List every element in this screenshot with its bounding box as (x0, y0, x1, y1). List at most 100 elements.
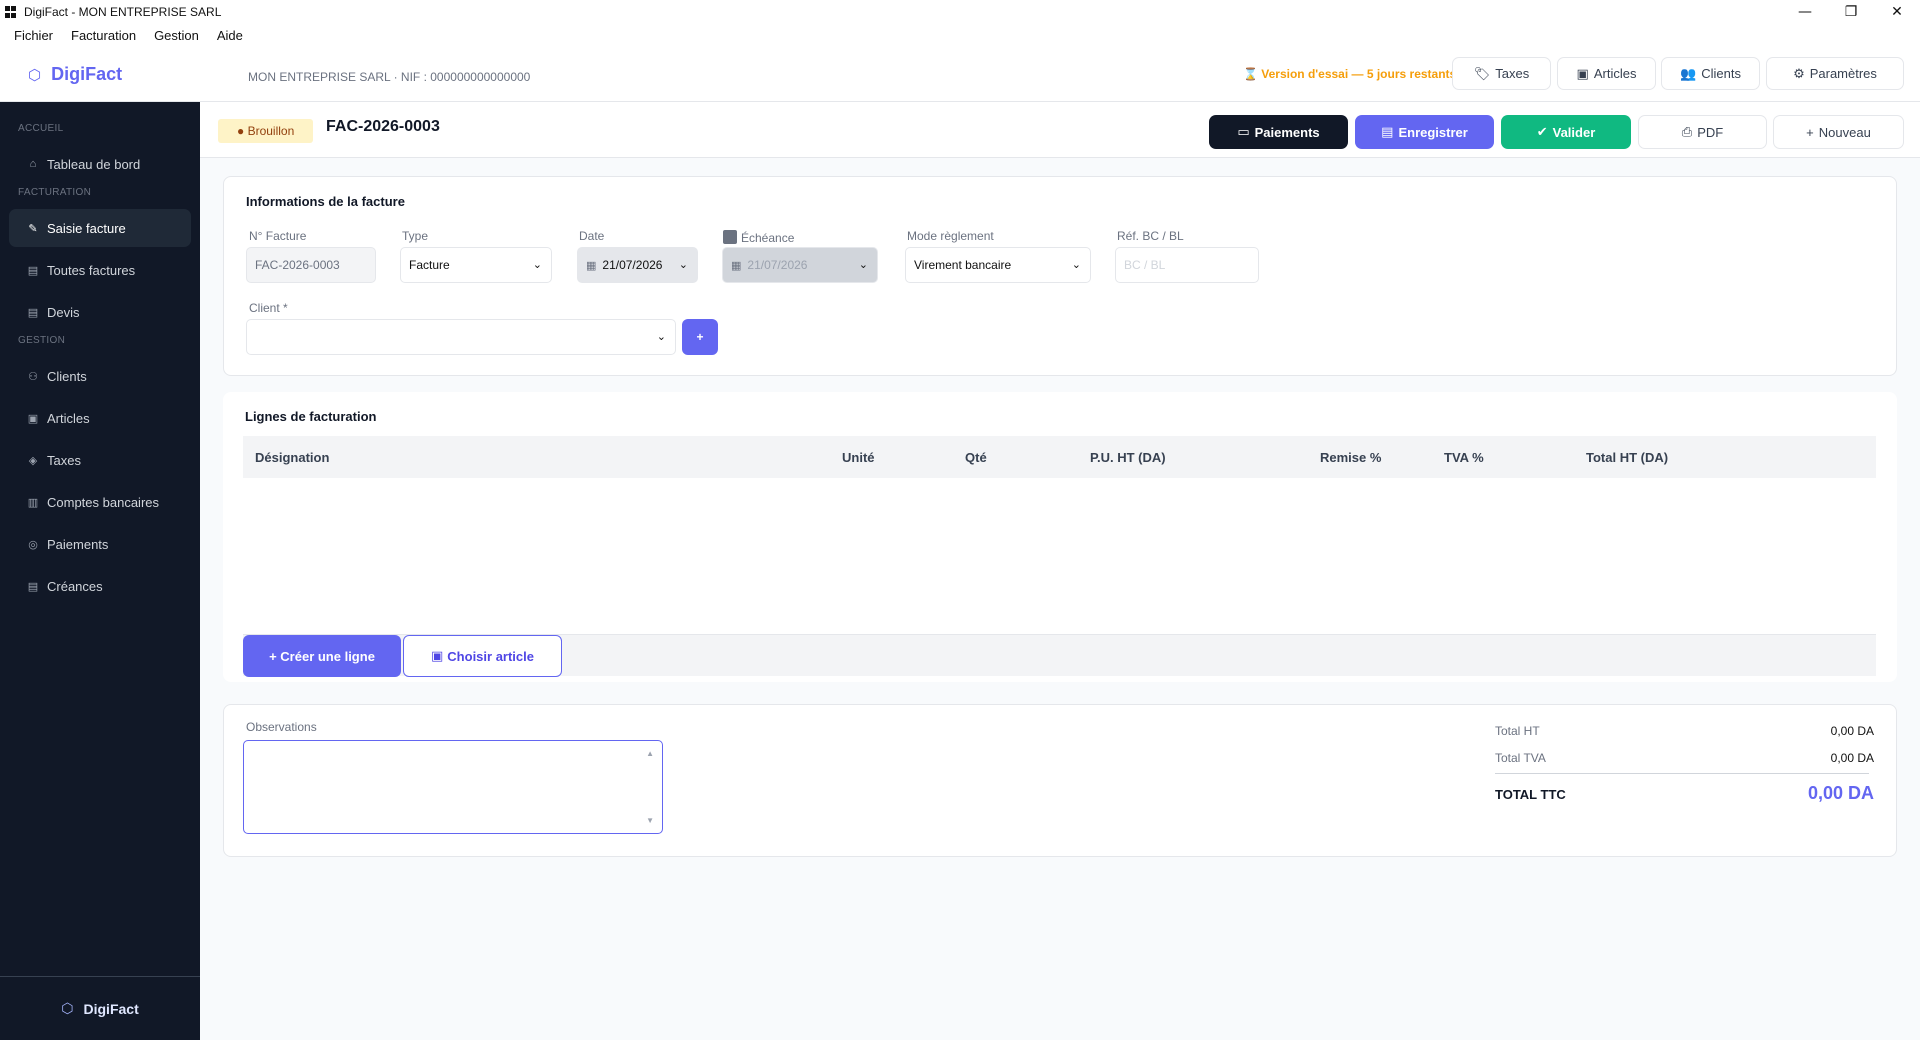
invoice-toolbar: ● Brouillon FAC-2026-0003 ▭ Paiements ▤ En… (200, 102, 1920, 158)
pencil-icon: ✎ (28, 222, 38, 235)
sidebar-item-comptes-bancaires[interactable]: ▥ Comptes bancaires (9, 483, 191, 521)
chevron-down-icon: ⌄ (1071, 259, 1081, 271)
main-content: ● Brouillon FAC-2026-0003 ▭ Paiements ▤ En… (200, 102, 1920, 1040)
window-title: DigiFact - MON ENTREPRISE SARL (24, 5, 222, 19)
payments-button[interactable]: ▭ Paiements (1209, 115, 1348, 149)
title-bar: DigiFact - MON ENTREPRISE SARL — ❐ ✕ (0, 0, 1920, 24)
save-button[interactable]: ▤ Enregistrer (1355, 115, 1494, 149)
calendar-icon: ▦ (586, 259, 597, 272)
invoice-lines-title: Lignes de facturation (245, 409, 377, 424)
choose-article-button[interactable]: ▣ Choisir article (403, 635, 562, 677)
new-button[interactable]: + Nouveau (1773, 115, 1904, 149)
printer-icon: ⎙ (1681, 124, 1693, 139)
hexagon-icon: ⬡ (61, 1000, 74, 1016)
totals-card: Observations ▲ ▼ Total HT 0,00 DA Total … (223, 704, 1897, 857)
header-taxes-button[interactable]: 🏷 Taxes (1452, 57, 1551, 90)
invoice-info-title: Informations de la facture (246, 194, 405, 209)
col-total-ht: Total HT (DA) (1586, 450, 1669, 465)
bank-icon: ▥ (27, 496, 39, 509)
total-ht-value: 0,00 DA (1830, 724, 1874, 738)
col-pu-ht: P.U. HT (DA) (1090, 450, 1166, 465)
box-icon: ▣ (431, 648, 444, 663)
chevron-down-icon: ⌄ (858, 259, 868, 271)
header-articles-button[interactable]: ▣ Articles (1557, 57, 1656, 90)
status-badge: ● Brouillon (218, 119, 314, 143)
hexagon-icon: ⬡ (28, 66, 42, 84)
type-label: Type (402, 229, 429, 243)
col-remise: Remise % (1320, 450, 1382, 465)
check-icon: ✔ (1536, 124, 1548, 139)
type-select[interactable]: Facture ⌄ (400, 247, 552, 283)
client-label: Client * (249, 301, 288, 315)
sidebar-item-toutes-factures[interactable]: ▤ Toutes factures (9, 251, 191, 289)
calendar-icon: ▦ (731, 259, 742, 272)
create-line-button[interactable]: + Créer une ligne (243, 635, 401, 677)
tag-icon: ◈ (28, 454, 38, 467)
sidebar-item-paiements[interactable]: ◎ Paiements (9, 525, 191, 563)
sidebar-item-taxes[interactable]: ◈ Taxes (9, 441, 191, 479)
scroll-down-icon[interactable]: ▼ (646, 816, 654, 825)
lines-table-header: Désignation Unité Qté P.U. HT (DA) Remis… (243, 436, 1876, 478)
invoice-number-label: N° Facture (249, 229, 307, 243)
menu-fichier[interactable]: Fichier (14, 28, 53, 43)
total-tva-value: 0,00 DA (1830, 751, 1874, 765)
pdf-button[interactable]: ⎙ PDF (1638, 115, 1767, 149)
gear-icon: ⚙ (1793, 65, 1805, 81)
col-designation: Désignation (255, 450, 330, 465)
users-icon: ⚇ (28, 370, 38, 383)
reference-label: Réf. BC / BL (1117, 229, 1184, 243)
due-date-label: Échéance (741, 231, 795, 245)
card-icon: ▭ (1237, 124, 1250, 139)
sidebar-item-tableau-de-bord[interactable]: ⌂ Tableau de bord (9, 145, 191, 183)
total-tva-label: Total TVA (1495, 751, 1546, 765)
reference-input[interactable]: BC / BL (1115, 247, 1259, 283)
sidebar-item-devis[interactable]: ▤ Devis (9, 293, 191, 331)
header-parametres-button[interactable]: ⚙ Paramètres (1766, 57, 1904, 90)
document-icon: ▤ (27, 580, 39, 593)
box-icon: ▣ (27, 412, 39, 425)
due-date-checkbox[interactable] (723, 230, 737, 244)
app-icon (5, 6, 17, 18)
chevron-down-icon: ⌄ (656, 331, 666, 343)
col-qte: Qté (965, 450, 987, 465)
observations-label: Observations (246, 720, 317, 734)
menu-bar: Fichier Facturation Gestion Aide (0, 24, 1920, 46)
document-icon: ▤ (27, 306, 39, 319)
brand-name: DigiFact (51, 64, 123, 84)
chevron-down-icon: ⌄ (532, 259, 542, 271)
company-info: MON ENTREPRISE SARL · NIF : 000000000000… (248, 70, 531, 84)
restore-button[interactable]: ❐ (1828, 0, 1874, 24)
menu-gestion[interactable]: Gestion (154, 28, 199, 43)
minimize-button[interactable]: — (1782, 0, 1828, 24)
close-button[interactable]: ✕ (1874, 0, 1920, 24)
invoice-number-field[interactable]: FAC-2026-0003 (246, 247, 376, 283)
trial-notice: ⌛ Version d'essai — 5 jours restants (1243, 67, 1457, 81)
col-tva: TVA % (1444, 450, 1484, 465)
window-controls: — ❐ ✕ (1782, 0, 1920, 24)
payment-mode-select[interactable]: Virement bancaire ⌄ (905, 247, 1091, 283)
sidebar-item-articles[interactable]: ▣ Articles (9, 399, 191, 437)
brand-logo[interactable]: ⬡ DigiFact (28, 64, 122, 85)
totals-divider (1495, 773, 1869, 774)
menu-facturation[interactable]: Facturation (71, 28, 136, 43)
tag-icon: 🏷 (1473, 65, 1491, 81)
menu-aide[interactable]: Aide (217, 28, 243, 43)
invoice-number-title: FAC-2026-0003 (326, 118, 440, 135)
sidebar-item-saisie-facture[interactable]: ✎ Saisie facture (9, 209, 191, 247)
due-date-field[interactable]: ▦ 21/07/2026 ⌄ (722, 247, 878, 283)
validate-button[interactable]: ✔ Valider (1501, 115, 1631, 149)
observations-textarea[interactable]: ▲ ▼ (243, 740, 663, 834)
client-select[interactable]: ⌄ (246, 319, 676, 355)
scroll-up-icon[interactable]: ▲ (646, 749, 654, 758)
header-clients-button[interactable]: 👥 Clients (1661, 57, 1760, 90)
lines-actions-bar: + Créer une ligne ▣ Choisir article (243, 634, 1876, 677)
col-unite: Unité (842, 450, 875, 465)
sidebar-item-creances[interactable]: ▤ Créances (9, 567, 191, 605)
invoice-lines-card: Lignes de facturation Désignation Unité … (223, 392, 1897, 682)
sidebar-item-clients[interactable]: ⚇ Clients (9, 357, 191, 395)
add-client-button[interactable]: + (682, 319, 718, 355)
section-facturation: FACTURATION (18, 187, 92, 198)
plus-icon: + (1806, 124, 1814, 140)
date-field[interactable]: ▦ 21/07/2026 ⌄ (577, 247, 698, 283)
document-icon: ▤ (27, 264, 39, 277)
